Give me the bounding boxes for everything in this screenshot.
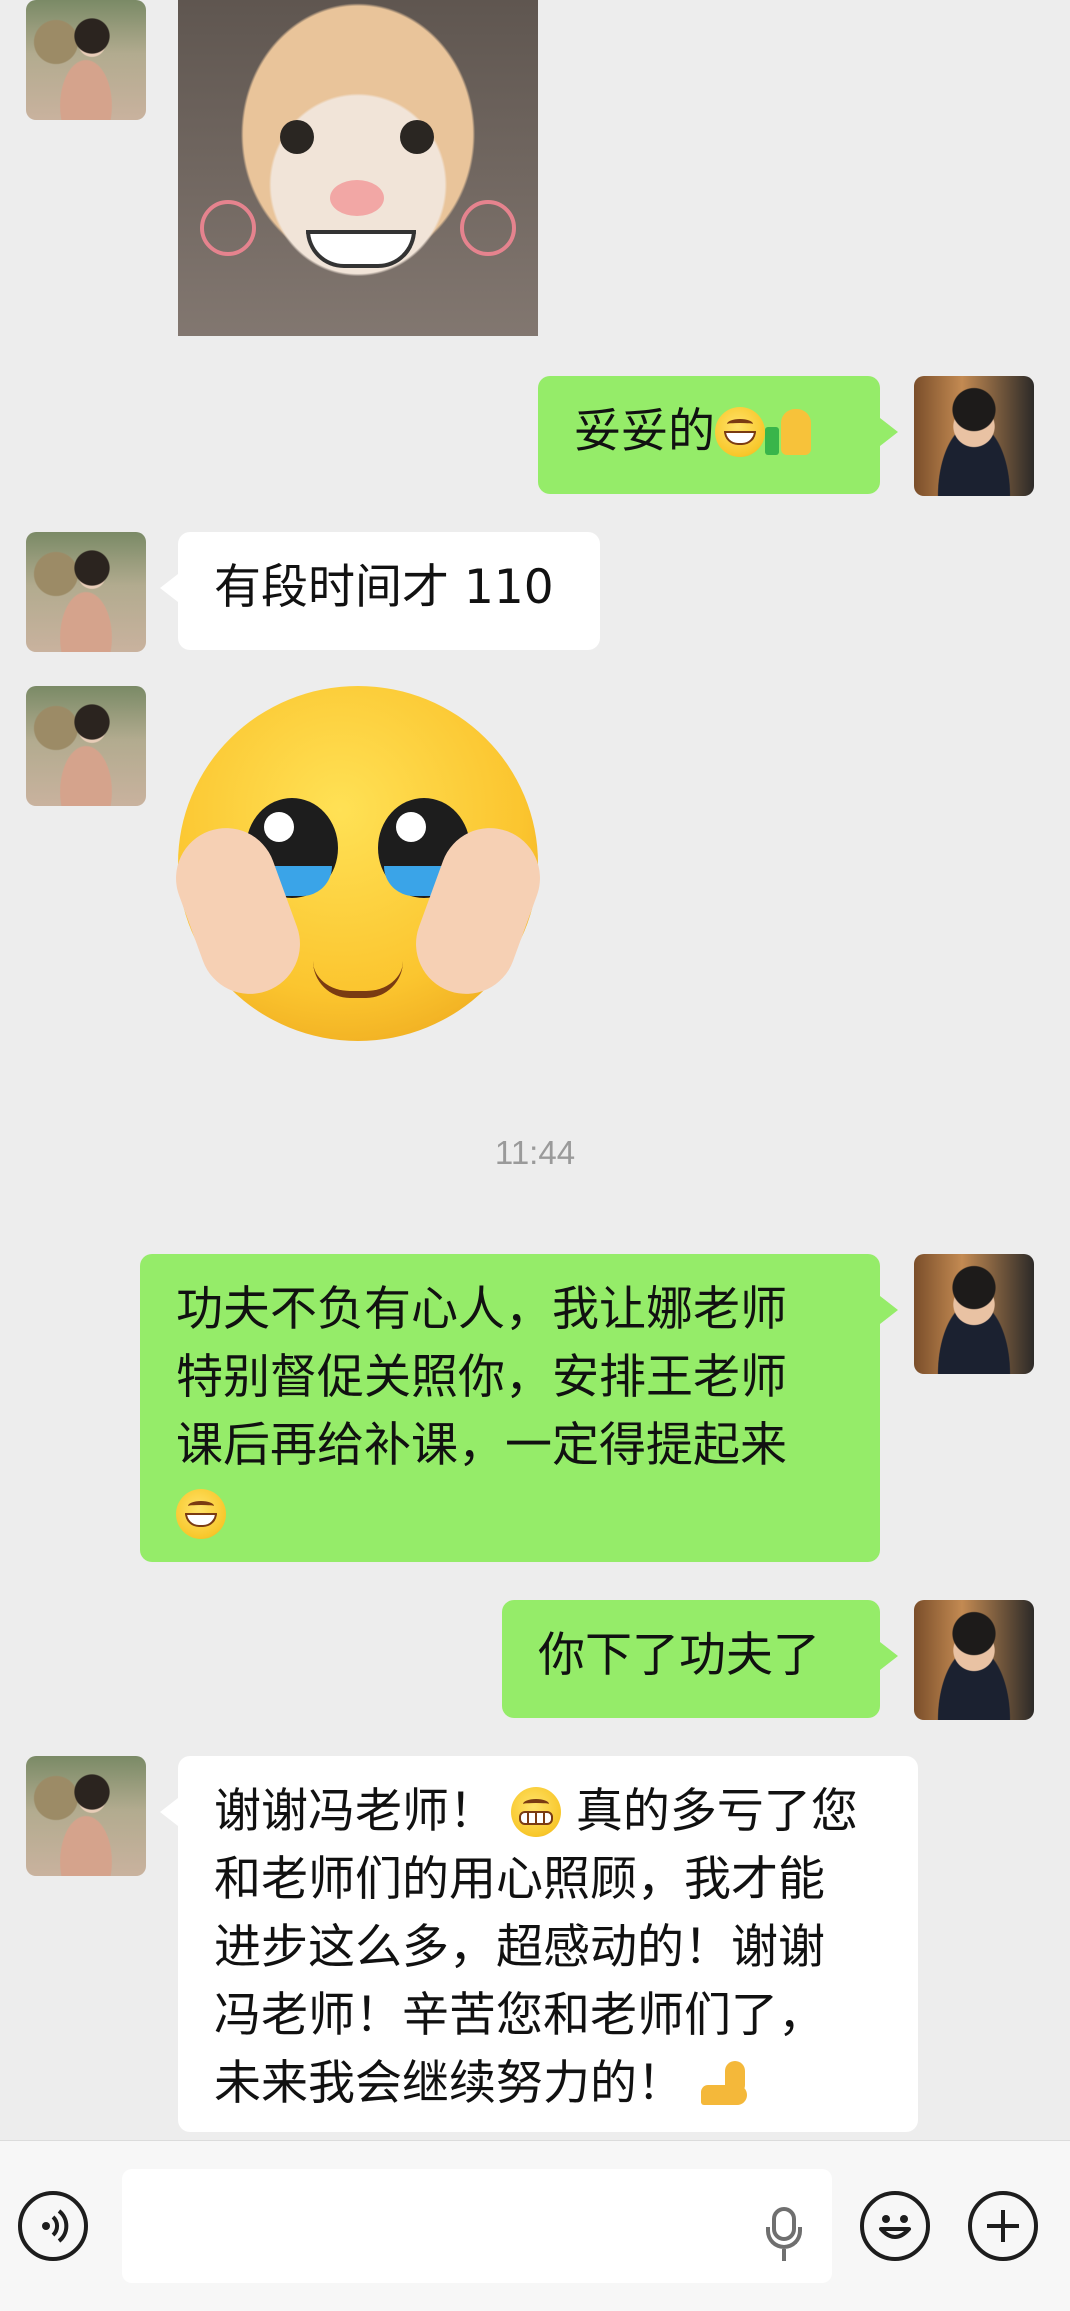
emoji-icon[interactable] — [860, 2191, 930, 2261]
grin-emoji — [176, 1489, 226, 1539]
message-text: 功夫不负有心人，我让娜老师 特别督促关照你，安排王老师 课后再给补课，一定得提起… — [176, 1282, 787, 1473]
chat-area[interactable]: 妥妥的 有段时间才 110 11:44 功夫不负有心人，我让娜老师 特别督促关照… — [0, 0, 1070, 2140]
contact-avatar[interactable] — [26, 0, 146, 120]
message-text: 谢谢冯老师！ — [214, 1784, 496, 1839]
received-message[interactable]: 谢谢冯老师！ 真的多亏了您 和老师们的用心照顾，我才能 进步这么多，超感动的！谢… — [160, 1756, 918, 2132]
grin-emoji — [715, 407, 765, 457]
grimace-emoji — [510, 1787, 561, 1837]
timestamp: 11:44 — [494, 1134, 576, 1171]
cat-cheek — [460, 200, 516, 256]
contact-avatar[interactable] — [26, 532, 146, 652]
cat-sticker[interactable] — [178, 0, 538, 336]
my-avatar[interactable] — [914, 1600, 1034, 1720]
flexed-biceps-emoji — [699, 2059, 749, 2109]
sent-message[interactable]: 妥妥的 — [538, 376, 898, 494]
sent-message[interactable]: 你下了功夫了 — [502, 1600, 898, 1718]
message-input[interactable] — [122, 2169, 832, 2283]
cat-mouth — [306, 230, 416, 268]
message-text: 有段时间才 110 — [214, 560, 554, 615]
cat-cheek — [200, 200, 256, 256]
message-text: 你下了功夫了 — [538, 1628, 820, 1683]
received-message[interactable]: 有段时间才 110 — [160, 532, 600, 650]
emoji-icon-glyph — [879, 2215, 911, 2239]
microphone-icon-stand — [766, 2227, 802, 2249]
chat-input-bar — [0, 2140, 1070, 2311]
plus-icon[interactable] — [968, 2191, 1038, 2261]
cat-eye — [280, 120, 314, 154]
contact-avatar[interactable] — [26, 1756, 146, 1876]
pleading-face-sticker[interactable] — [161, 686, 555, 1046]
contact-avatar[interactable] — [26, 686, 146, 806]
cat-eye — [400, 120, 434, 154]
plus-icon-glyph — [987, 2210, 1019, 2242]
voice-icon-glyph — [42, 2209, 69, 2243]
my-avatar[interactable] — [914, 376, 1034, 496]
voice-icon[interactable] — [18, 2191, 88, 2261]
sent-message[interactable]: 功夫不负有心人，我让娜老师 特别督促关照你，安排王老师 课后再给补课，一定得提起… — [140, 1254, 898, 1562]
my-avatar[interactable] — [914, 1254, 1034, 1374]
cat-nose — [330, 180, 384, 216]
thumbs-up-emoji — [765, 407, 815, 457]
message-text: 妥妥的 — [574, 404, 715, 459]
microphone-icon-base — [782, 2249, 786, 2261]
